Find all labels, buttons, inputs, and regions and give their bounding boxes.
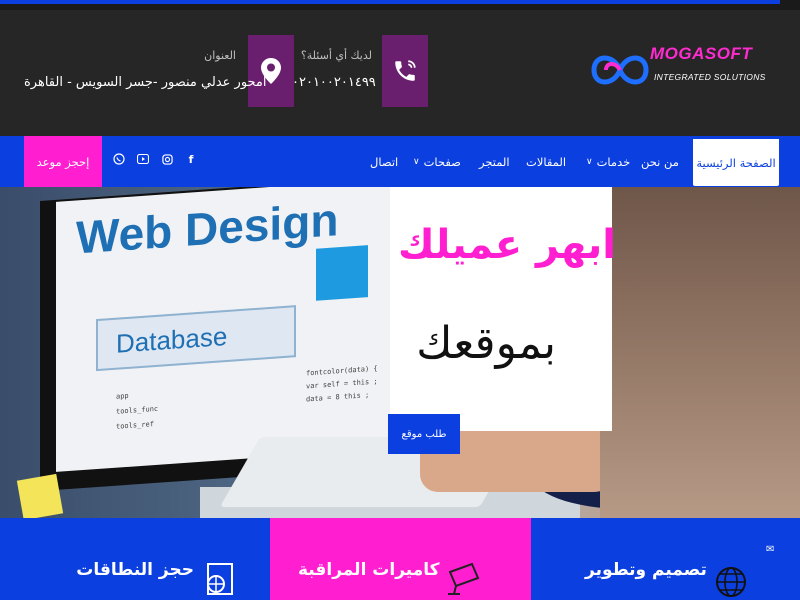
nav-item-contact[interactable]: اتصال	[370, 136, 398, 187]
nav-item-label: اتصال	[370, 154, 399, 169]
chevron-down-icon: ∨	[586, 156, 593, 167]
logo-name: MOGASOFT	[650, 44, 753, 63]
request-website-button[interactable]: طلب موقع	[388, 414, 460, 454]
mail-icon[interactable]: ✉	[766, 545, 776, 555]
chevron-down-icon: ∨	[413, 156, 420, 167]
nav-item-about[interactable]: من نحن	[641, 136, 679, 187]
hero-subtitle: بموقعك	[416, 318, 556, 369]
document-icon	[316, 245, 368, 301]
phone-number[interactable]: ٠٢٠١٠٠٢٠١٤٩٩	[292, 75, 376, 90]
nav-item-services[interactable]: ∨ خدمات	[586, 136, 630, 187]
phone-icon-box	[382, 35, 428, 107]
services-strip: حجز النطاقات كاميرات المراقبة تصميم وتطو…	[0, 518, 800, 600]
whatsapp-icon[interactable]	[112, 152, 126, 166]
code-line: fontcolor(data) {	[306, 364, 378, 378]
location-icon-box	[248, 35, 294, 107]
hero-title: ابهر عميلك	[398, 222, 616, 268]
phone-icon	[395, 60, 416, 81]
service-title: تصميم وتطوير	[585, 560, 707, 580]
service-card-domains[interactable]: حجز النطاقات	[0, 518, 270, 600]
service-card-cameras[interactable]: كاميرات المراقبة	[270, 518, 531, 600]
code-line: tools_ref	[116, 420, 154, 431]
questions-label: لديك أي أسئلة؟	[300, 49, 372, 62]
nav-item-label: خدمات	[596, 154, 631, 169]
nav-item-store[interactable]: المتجر	[479, 136, 510, 187]
facebook-icon[interactable]: f	[184, 152, 198, 166]
nav-item-home[interactable]: الصفحة الرئيسية	[693, 136, 779, 186]
book-appointment-button[interactable]: إحجز موعد	[24, 136, 102, 187]
address-text: امحور عدلي منصور -جسر السويس - القاهرة	[24, 75, 267, 90]
nav-item-label: صفحات	[423, 154, 461, 169]
logo[interactable]: MOGASOFT INTEGRATED SOLUTIONS	[588, 38, 768, 100]
address-label: العنوان	[204, 49, 236, 62]
nav-item-label: الصفحة الرئيسية	[696, 155, 776, 170]
globe-icon	[716, 567, 746, 597]
person-image	[600, 187, 800, 518]
code-line: tools_func	[116, 404, 159, 416]
youtube-icon[interactable]	[136, 152, 150, 166]
service-card-design[interactable]: تصميم وتطوير	[531, 518, 800, 600]
nav-item-label: من نحن	[641, 154, 679, 169]
nav-item-articles[interactable]: المقالات	[526, 136, 566, 187]
service-title: كاميرات المراقبة	[298, 560, 440, 580]
sticky-note-image	[16, 473, 64, 518]
logo-tagline: INTEGRATED SOLUTIONS	[654, 72, 766, 82]
instagram-icon[interactable]	[160, 152, 174, 166]
monitor-screen-image: Web Design Database fontcolor(data) { va…	[56, 187, 426, 472]
camera-icon	[448, 562, 480, 595]
code-line: app	[116, 391, 129, 401]
nav-item-pages[interactable]: ∨ صفحات	[413, 136, 461, 187]
nav-item-label: المتجر	[479, 154, 510, 169]
top-accent-line	[0, 0, 780, 4]
screen-heading: Web Design	[76, 193, 339, 264]
code-line: data = 8 this ;	[306, 391, 370, 404]
nav-item-label: المقالات	[526, 154, 567, 169]
domain-icon	[207, 563, 233, 595]
screen-database-box: Database	[96, 305, 296, 372]
logo-mark-icon	[591, 55, 649, 85]
top-strip	[0, 0, 800, 10]
code-line: var self = this ;	[306, 377, 378, 391]
service-title: حجز النطاقات	[76, 560, 194, 580]
